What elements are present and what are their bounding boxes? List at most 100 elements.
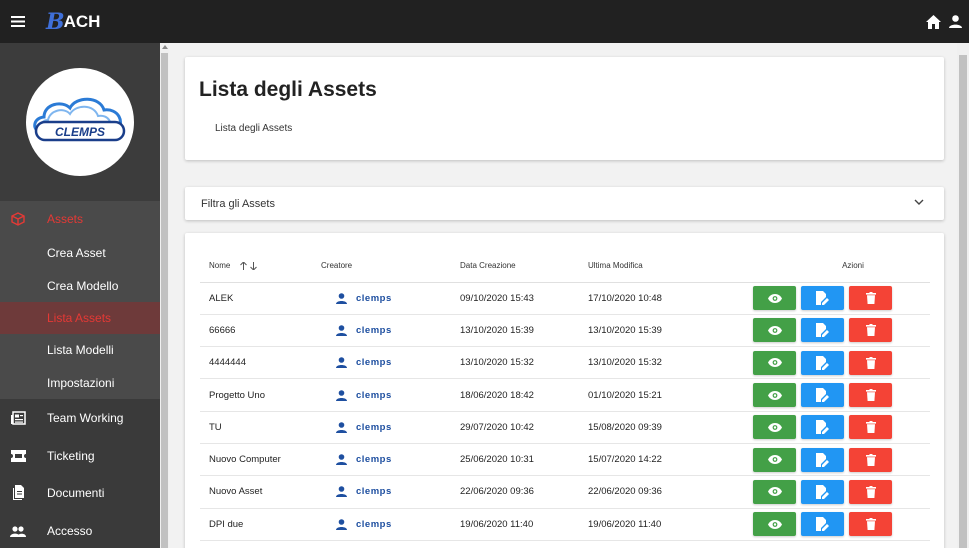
sort-descending-icon[interactable] [249, 262, 257, 271]
creator-name: clemps [356, 292, 392, 304]
sort-ascending-icon[interactable] [239, 262, 247, 271]
sidebar-item-team-working[interactable]: Team Working [0, 399, 160, 437]
delete-button[interactable] [849, 415, 892, 440]
trash-icon [865, 292, 876, 305]
edit-button[interactable] [801, 286, 844, 311]
view-button[interactable] [753, 350, 796, 375]
cell-name: Nuovo Computer [200, 443, 321, 477]
sidebar-item-documenti[interactable]: Documenti [0, 475, 160, 513]
eye-icon [767, 293, 782, 303]
edit-document-icon [816, 355, 829, 370]
newspaper-icon [10, 410, 26, 426]
sidebar-item-label: Accesso [47, 524, 93, 539]
creator-link[interactable]: clemps [321, 486, 460, 498]
cell-created: 09/10/2020 15:43 [460, 282, 588, 315]
cell-modified: 01/10/2020 15:21 [588, 378, 716, 412]
sidebar-item-assets[interactable]: Assets [0, 201, 160, 237]
table-row: Progetto Uno clemps 18/06/2020 18:42 01/10/… [200, 378, 930, 412]
delete-button[interactable] [849, 383, 892, 408]
sidebar-item-ticketing[interactable]: Ticketing [0, 437, 160, 475]
cell-creator: clemps [321, 282, 460, 315]
edit-button[interactable] [801, 415, 844, 440]
view-button[interactable] [753, 512, 796, 537]
cell-creator: clemps [321, 508, 460, 541]
view-button[interactable] [753, 447, 796, 472]
edit-document-icon [816, 484, 829, 499]
cell-actions [716, 282, 930, 315]
assets-table-card: Nome Creatore Data Creazione Ultima Modi… [185, 233, 944, 548]
cell-creator: clemps [321, 475, 460, 509]
edit-button[interactable] [801, 512, 844, 537]
cell-modified: 19/06/2020 11:40 [588, 508, 716, 541]
cell-actions [716, 314, 930, 348]
view-button[interactable] [753, 286, 796, 311]
column-header-label: Nome [209, 261, 231, 271]
creator-link[interactable]: clemps [321, 422, 460, 433]
page-scrollbar[interactable] [957, 43, 969, 548]
scrollbar-thumb[interactable] [161, 53, 168, 548]
delete-button[interactable] [849, 350, 892, 375]
assets-nav-section: Assets Crea Asset Crea Modello Lista Ass… [0, 201, 160, 399]
edit-button[interactable] [801, 447, 844, 472]
sidebar-scrollbar[interactable] [160, 43, 169, 548]
creator-link[interactable]: clemps [321, 519, 460, 530]
edit-document-icon [816, 517, 829, 532]
view-button[interactable] [753, 415, 796, 440]
filter-label: Filtra gli Assets [201, 197, 275, 210]
page-header-card: Lista degli Assets Lista degli Assets [185, 57, 944, 160]
delete-button[interactable] [849, 286, 892, 311]
scroll-up-arrow-icon[interactable] [162, 45, 168, 49]
home-icon[interactable] [926, 14, 941, 29]
brand-logo: CLEMPS [26, 68, 134, 176]
hamburger-menu-button[interactable] [0, 0, 36, 43]
view-button[interactable] [753, 383, 796, 408]
eye-icon [767, 487, 782, 497]
scrollbar-thumb[interactable] [959, 55, 967, 548]
sidebar-item-accesso[interactable]: Accesso [0, 512, 160, 548]
sidebar-item-label: Impostazioni [47, 375, 115, 390]
cell-created: 25/06/2020 10:31 [460, 443, 588, 477]
logo-letter: B [46, 8, 65, 35]
delete-button[interactable] [849, 479, 892, 504]
sidebar-item-crea-asset[interactable]: Crea Asset [0, 237, 160, 269]
edit-button[interactable] [801, 350, 844, 375]
cell-created: 22/06/2020 09:36 [460, 475, 588, 509]
creator-link[interactable]: clemps [321, 325, 460, 336]
cell-modified: 17/10/2020 10:48 [588, 282, 716, 315]
creator-link[interactable]: clemps [321, 357, 460, 369]
account-icon[interactable] [949, 15, 962, 28]
view-button[interactable] [753, 479, 796, 504]
chevron-down-icon[interactable] [914, 199, 924, 205]
creator-link[interactable]: clemps [321, 390, 460, 401]
cell-name: 4444444 [200, 346, 321, 380]
cell-created: 13/10/2020 15:39 [460, 314, 588, 348]
edit-document-icon [816, 388, 829, 403]
sidebar-item-label: Documenti [47, 486, 105, 501]
edit-document-icon [816, 323, 829, 338]
column-header-name[interactable]: Nome [200, 250, 321, 283]
delete-button[interactable] [849, 318, 892, 343]
sidebar-item-impostazioni[interactable]: Impostazioni [0, 367, 160, 399]
document-icon [10, 485, 26, 501]
edit-button[interactable] [801, 479, 844, 504]
edit-button[interactable] [801, 318, 844, 343]
sidebar-item-crea-modello[interactable]: Crea Modello [0, 269, 160, 301]
person-icon [336, 422, 347, 433]
edit-button[interactable] [801, 383, 844, 408]
person-icon [336, 325, 347, 336]
menu-icon [11, 16, 25, 27]
filter-expansion-panel[interactable]: Filtra gli Assets [185, 187, 944, 220]
cell-creator: clemps [321, 314, 460, 348]
sidebar-item-lista-modelli[interactable]: Lista Modelli [0, 334, 160, 366]
creator-link[interactable]: clemps [321, 454, 460, 466]
delete-button[interactable] [849, 447, 892, 472]
column-header-created: Data Creazione [460, 250, 588, 283]
sidebar-item-lista-assets[interactable]: Lista Assets [0, 301, 160, 335]
app-logo[interactable]: B ACH [46, 9, 100, 35]
view-button[interactable] [753, 318, 796, 343]
creator-link[interactable]: clemps [321, 293, 460, 304]
cell-name: Progetto Uno [200, 378, 321, 412]
cell-actions [716, 378, 930, 412]
eye-icon [767, 455, 782, 465]
delete-button[interactable] [849, 512, 892, 537]
